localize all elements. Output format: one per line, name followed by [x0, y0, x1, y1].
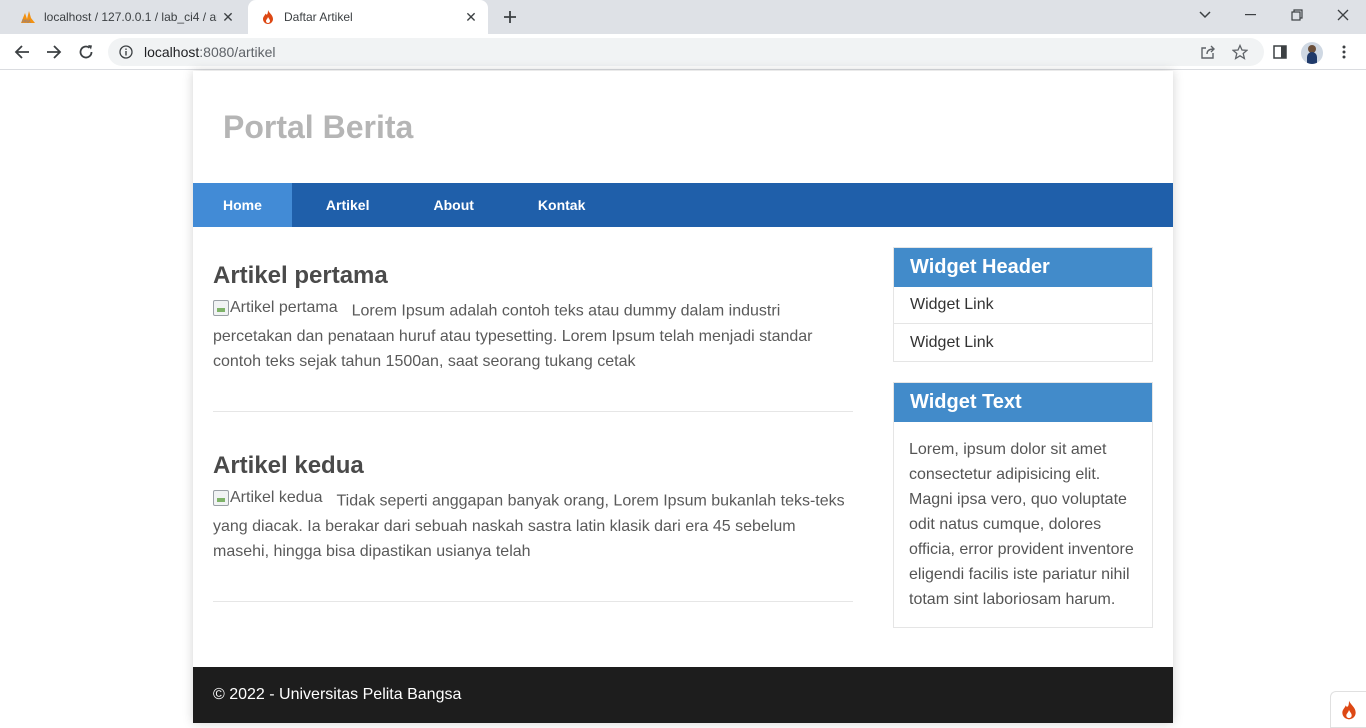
- browser-toolbar: localhost:8080/artikel: [0, 34, 1366, 70]
- article-title[interactable]: Artikel kedua: [213, 451, 853, 481]
- reload-icon[interactable]: [74, 40, 98, 64]
- address-bar[interactable]: localhost:8080/artikel: [108, 38, 1264, 66]
- broken-image-icon: [213, 489, 229, 506]
- widget-link[interactable]: Widget Link: [894, 324, 1152, 361]
- tab-title: localhost / 127.0.0.1 / lab_ci4 / ar: [44, 10, 217, 24]
- bookmark-star-icon[interactable]: [1228, 40, 1252, 64]
- article-title[interactable]: Artikel pertama: [213, 261, 853, 291]
- tab-daftar-artikel[interactable]: Daftar Artikel ✕: [248, 0, 488, 34]
- svg-text:PMA: PMA: [22, 19, 31, 24]
- footer-text: © 2022 - Universitas Pelita Bangsa: [213, 686, 462, 703]
- page-container: Portal Berita Home Artikel About Kontak …: [193, 71, 1173, 723]
- share-icon[interactable]: [1196, 40, 1220, 64]
- article-item: Artikel pertama Artikel pertama Lorem Ips…: [213, 261, 853, 374]
- tab-phpmyadmin[interactable]: PMA localhost / 127.0.0.1 / lab_ci4 / ar…: [8, 0, 245, 34]
- codeigniter-debug-toolbar-icon[interactable]: [1330, 691, 1366, 728]
- back-arrow-icon[interactable]: [10, 40, 34, 64]
- close-icon[interactable]: ✕: [460, 6, 482, 28]
- more-menu-icon[interactable]: [1332, 40, 1356, 64]
- browser-tab-bar: PMA localhost / 127.0.0.1 / lab_ci4 / ar…: [0, 0, 1366, 34]
- nav-kontak[interactable]: Kontak: [504, 183, 619, 227]
- phpmyadmin-icon: PMA: [20, 9, 36, 25]
- article-divider: [213, 411, 853, 412]
- side-panel-icon[interactable]: [1268, 40, 1292, 64]
- article-image-alt: Artikel pertama: [230, 299, 338, 316]
- restore-icon[interactable]: [1274, 0, 1320, 30]
- article-excerpt: Artikel kedua Tidak seperti anggapan bany…: [213, 485, 853, 564]
- widget-text: Widget Text Lorem, ipsum dolor sit amet …: [893, 382, 1153, 628]
- url-path: :8080/artikel: [199, 44, 276, 60]
- page-footer: © 2022 - Universitas Pelita Bangsa: [193, 667, 1173, 723]
- widget-link[interactable]: Widget Link: [894, 287, 1152, 324]
- broken-image-icon: [213, 299, 229, 316]
- article-item: Artikel kedua Artikel kedua Tidak seperti…: [213, 451, 853, 564]
- article-excerpt: Artikel pertama Lorem Ipsum adalah contoh…: [213, 295, 853, 374]
- nav-artikel[interactable]: Artikel: [292, 183, 404, 227]
- site-info-icon[interactable]: [118, 44, 134, 60]
- codeigniter-flame-icon: [260, 9, 276, 25]
- article-divider: [213, 601, 853, 602]
- new-tab-button[interactable]: [498, 5, 522, 29]
- close-icon[interactable]: ✕: [217, 6, 239, 28]
- minimize-icon[interactable]: [1228, 0, 1274, 30]
- profile-avatar[interactable]: [1301, 42, 1323, 64]
- widget-header: Widget Header: [894, 248, 1152, 287]
- article-image: Artikel kedua: [213, 485, 323, 510]
- page-viewport: Portal Berita Home Artikel About Kontak …: [0, 71, 1366, 728]
- url-text: localhost:8080/artikel: [144, 44, 276, 60]
- tab-search-chevron-down-icon[interactable]: [1182, 0, 1228, 30]
- widget-header: Widget Text: [894, 383, 1152, 422]
- tab-title: Daftar Artikel: [284, 10, 353, 24]
- article-image-alt: Artikel kedua: [230, 489, 323, 506]
- url-host: localhost: [144, 44, 200, 60]
- nav-home[interactable]: Home: [193, 183, 292, 227]
- widget-text-body: Lorem, ipsum dolor sit amet consectetur …: [909, 441, 1134, 608]
- window-close-icon[interactable]: [1320, 0, 1366, 30]
- site-title: Portal Berita: [223, 109, 414, 145]
- article-image: Artikel pertama: [213, 295, 338, 320]
- forward-arrow-icon[interactable]: [42, 40, 66, 64]
- main-nav: Home Artikel About Kontak: [193, 183, 1173, 227]
- widget-links: Widget Header Widget Link Widget Link: [893, 247, 1153, 362]
- nav-about[interactable]: About: [403, 183, 503, 227]
